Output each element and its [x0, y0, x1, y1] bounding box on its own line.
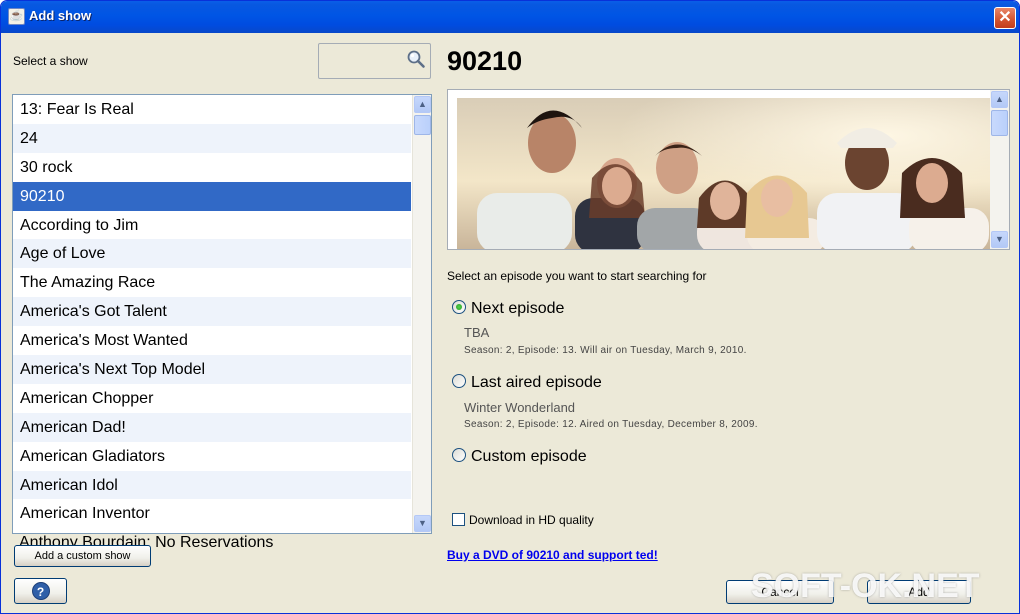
- search-input[interactable]: [318, 43, 431, 79]
- last-aired-episode-label: Last aired episode: [471, 374, 602, 391]
- next-episode-radio[interactable]: Next episode: [452, 300, 564, 318]
- show-list-item[interactable]: America's Got Talent: [13, 297, 411, 327]
- show-list-item[interactable]: 90210: [13, 181, 411, 211]
- help-button[interactable]: ?: [14, 578, 67, 604]
- java-app-icon: ☕: [8, 8, 25, 25]
- show-list-item[interactable]: American Inventor: [13, 499, 411, 528]
- window-title: Add show: [29, 8, 92, 23]
- add-custom-show-button[interactable]: Add a custom show: [14, 545, 151, 567]
- show-list-item[interactable]: America's Most Wanted: [13, 326, 411, 355]
- next-episode-detail: Season: 2, Episode: 13. Will air on Tues…: [464, 345, 747, 356]
- next-episode-name: TBA: [464, 325, 490, 340]
- show-list[interactable]: 13: Fear Is Real 24 30 rock 90210 According …: [12, 94, 432, 534]
- close-button[interactable]: ✕: [994, 7, 1016, 29]
- banner-scroll-down-icon[interactable]: ▼: [991, 231, 1008, 248]
- last-aired-episode-radio[interactable]: Last aired episode: [452, 374, 602, 392]
- show-list-scrollbar[interactable]: ▲ ▼: [412, 95, 431, 533]
- show-list-item[interactable]: The Amazing Race: [13, 268, 411, 297]
- radio-checked-icon[interactable]: [452, 300, 466, 314]
- custom-episode-radio[interactable]: Custom episode: [452, 448, 587, 466]
- show-list-item[interactable]: 13: Fear Is Real: [13, 95, 411, 124]
- scroll-down-arrow-icon[interactable]: ▼: [414, 515, 431, 532]
- episode-prompt: Select an episode you want to start sear…: [447, 269, 707, 283]
- scroll-thumb[interactable]: [414, 115, 431, 135]
- show-list-item[interactable]: 24: [13, 123, 411, 153]
- cast-photo-image: [457, 98, 991, 249]
- show-list-item[interactable]: America's Next Top Model: [13, 355, 411, 384]
- checkbox-icon[interactable]: [452, 513, 465, 526]
- buy-dvd-link[interactable]: Buy a DVD of 90210 and support ted!: [447, 548, 658, 562]
- show-list-item[interactable]: According to Jim: [13, 211, 411, 240]
- custom-episode-label: Custom episode: [471, 448, 587, 465]
- banner-scroll-up-icon[interactable]: ▲: [991, 91, 1008, 108]
- show-title: 90210: [447, 46, 523, 76]
- radio-unchecked-icon[interactable]: [452, 448, 466, 462]
- show-list-item[interactable]: American Gladiators: [13, 442, 411, 471]
- help-icon: ?: [31, 582, 50, 600]
- last-aired-episode-name: Winter Wonderland: [464, 400, 576, 415]
- title-bar[interactable]: ☕ Add show ✕: [1, 1, 1019, 33]
- banner-scrollbar[interactable]: ▲ ▼: [990, 90, 1009, 249]
- add-show-dialog: ☕ Add show ✕ Select a show 13: Fear Is R…: [0, 0, 1020, 614]
- next-episode-label: Next episode: [471, 300, 565, 317]
- select-show-label: Select a show: [13, 54, 88, 68]
- banner-scroll-thumb[interactable]: [991, 110, 1008, 136]
- show-list-item[interactable]: American Idol: [13, 470, 411, 500]
- show-list-item[interactable]: 30 rock: [13, 153, 411, 182]
- last-aired-episode-detail: Season: 2, Episode: 12. Aired on Tuesday…: [464, 419, 758, 430]
- show-banner: ▲ ▼: [447, 89, 1010, 250]
- show-list-items: 13: Fear Is Real 24 30 rock 90210 According …: [13, 95, 411, 533]
- search-icon[interactable]: [406, 49, 426, 69]
- show-list-item[interactable]: Age of Love: [13, 239, 411, 269]
- radio-unchecked-icon[interactable]: [452, 374, 466, 388]
- show-list-item[interactable]: American Chopper: [13, 384, 411, 413]
- watermark-text: SOFT-OK.NET: [751, 567, 980, 605]
- hd-quality-checkbox[interactable]: Download in HD quality: [452, 513, 594, 527]
- hd-quality-label: Download in HD quality: [469, 513, 594, 527]
- scroll-up-arrow-icon[interactable]: ▲: [414, 96, 431, 113]
- show-list-item[interactable]: American Dad!: [13, 412, 411, 442]
